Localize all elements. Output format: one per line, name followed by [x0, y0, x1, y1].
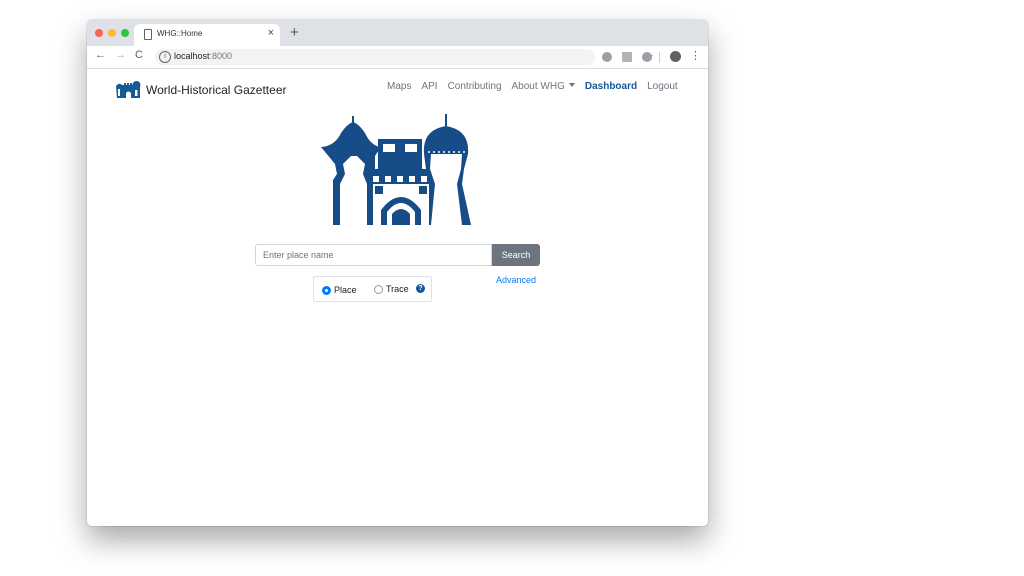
- profile-icon[interactable]: [670, 51, 681, 62]
- address-bar[interactable]: i localhost:8000 ☆: [155, 49, 654, 65]
- info-icon[interactable]: i: [159, 51, 171, 63]
- nav-about-label: About WHG: [511, 81, 565, 92]
- advanced-search-link[interactable]: Advanced: [496, 275, 536, 285]
- new-tab-button[interactable]: +: [290, 24, 299, 41]
- url-port: :8000: [209, 51, 233, 61]
- whg-logo-small-icon[interactable]: [115, 79, 142, 99]
- main-nav: Maps API Contributing About WHG Dashboar…: [387, 81, 678, 92]
- tab-home[interactable]: WHG::Home ×: [134, 24, 280, 46]
- minimize-window-dot[interactable]: [108, 29, 116, 37]
- browser-menu-icon[interactable]: ⋮: [690, 49, 701, 62]
- trace-radio-label[interactable]: Trace: [386, 284, 409, 294]
- whg-castle-logo-icon: [321, 114, 471, 225]
- browser-window: WHG::Home × + ← → C i localhost:8000 ☆ ⋮: [87, 20, 708, 526]
- nav-api[interactable]: API: [421, 81, 437, 92]
- back-icon[interactable]: ←: [95, 49, 106, 61]
- url-text[interactable]: localhost:8000: [174, 51, 232, 61]
- trace-radio[interactable]: [374, 285, 383, 294]
- url-host: localhost: [174, 51, 210, 61]
- extension-page-icon[interactable]: [622, 52, 632, 62]
- toolbar-divider: [659, 52, 660, 63]
- tab-close-icon[interactable]: ×: [268, 27, 274, 39]
- nav-logout[interactable]: Logout: [647, 81, 678, 92]
- nav-dashboard[interactable]: Dashboard: [585, 81, 637, 92]
- tab-title: WHG::Home: [157, 29, 203, 38]
- maximize-window-dot[interactable]: [121, 29, 129, 37]
- forward-icon[interactable]: →: [115, 49, 126, 61]
- close-window-dot[interactable]: [95, 29, 103, 37]
- place-radio[interactable]: [322, 286, 331, 295]
- search-button[interactable]: Search: [492, 244, 540, 266]
- place-search-input[interactable]: [255, 244, 492, 266]
- nav-about[interactable]: About WHG: [512, 81, 575, 92]
- place-radio-label[interactable]: Place: [334, 285, 357, 295]
- help-icon[interactable]: ?: [416, 284, 425, 293]
- brand-name[interactable]: World-Historical Gazetteer: [146, 83, 286, 97]
- reload-icon[interactable]: C: [135, 49, 143, 61]
- document-icon: [144, 29, 152, 40]
- extension-globe-icon[interactable]: [602, 52, 612, 62]
- caret-down-icon: [568, 83, 575, 87]
- tab-strip: WHG::Home × +: [87, 20, 708, 46]
- nav-maps[interactable]: Maps: [387, 81, 411, 92]
- page-content: World-Historical Gazetteer Maps API Cont…: [87, 69, 708, 526]
- browser-toolbar: ← → C i localhost:8000 ☆ ⋮: [87, 46, 708, 69]
- extension-shield-icon[interactable]: [642, 52, 652, 62]
- nav-contributing[interactable]: Contributing: [448, 81, 502, 92]
- search-type-options: Place Trace ?: [313, 276, 432, 302]
